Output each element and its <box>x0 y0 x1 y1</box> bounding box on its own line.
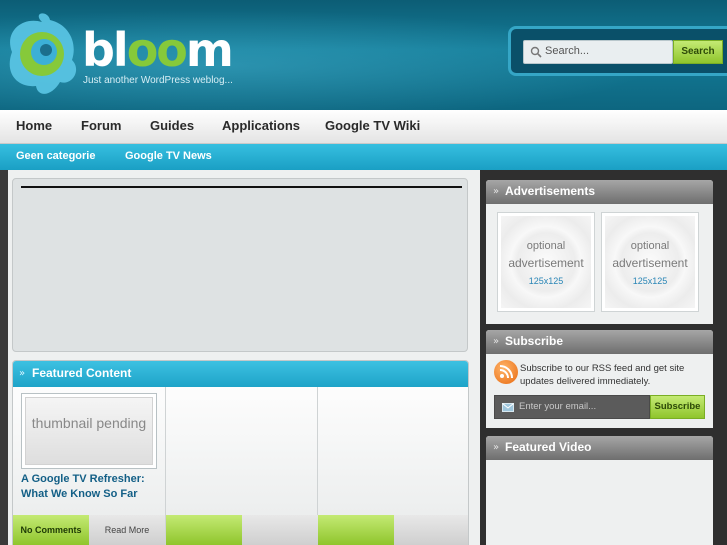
logo-text-oo: oo <box>126 23 188 77</box>
ad-placeholder: optional advertisement 125x125 <box>501 216 591 308</box>
ad-size: 125x125 <box>528 276 564 286</box>
thumbnail-placeholder: thumbnail pending <box>25 397 153 465</box>
widget-header: » Featured Video <box>486 436 713 460</box>
nav-item-guides[interactable]: Guides <box>150 118 194 133</box>
comments-link[interactable]: No Comments <box>13 515 89 545</box>
search-box: Search... Search <box>508 26 727 76</box>
featured-column <box>318 387 468 515</box>
site-header: bloom Just another WordPress weblog... S… <box>0 0 727 110</box>
search-input[interactable]: Search... <box>523 40 673 64</box>
ad-size: 125x125 <box>632 276 668 286</box>
rss-icon[interactable] <box>494 360 518 384</box>
nav-item-google-tv-wiki[interactable]: Google TV Wiki <box>325 118 420 133</box>
ad-slot[interactable]: optional advertisement 125x125 <box>497 212 595 312</box>
subscribe-widget: » Subscribe Subscribe to our RSS feed an… <box>486 330 713 428</box>
envelope-icon <box>502 403 514 412</box>
email-placeholder: Enter your email... <box>519 401 597 412</box>
ad-line-advertisement: advertisement <box>612 256 688 270</box>
widget-title: Advertisements <box>505 184 596 198</box>
ad-placeholder: optional advertisement 125x125 <box>605 216 695 308</box>
search-icon <box>530 46 542 58</box>
featured-column <box>166 387 318 515</box>
main-nav: Home Forum Guides Applications Google TV… <box>0 110 727 144</box>
comments-link[interactable] <box>318 515 394 545</box>
featured-slider[interactable] <box>12 178 468 352</box>
nav-item-home[interactable]: Home <box>16 118 52 133</box>
site-tagline: Just another WordPress weblog... <box>83 75 233 86</box>
post-title-link[interactable]: A Google TV Refresher: What We Know So F… <box>21 472 161 502</box>
widget-header: » Subscribe <box>486 330 713 354</box>
nav-item-forum[interactable]: Forum <box>81 118 121 133</box>
category-item-google-tv-news[interactable]: Google TV News <box>125 150 212 162</box>
rss-glyph <box>499 365 513 379</box>
double-arrow-icon: » <box>493 186 500 197</box>
featured-content-header: » Featured Content <box>13 361 468 387</box>
logo-icon[interactable] <box>2 12 80 98</box>
advertisements-widget: » Advertisements optional advertisement … <box>486 180 713 324</box>
subscribe-button[interactable]: Subscribe <box>650 395 705 419</box>
logo-text-end: m <box>185 23 234 77</box>
ad-slot[interactable]: optional advertisement 125x125 <box>601 212 699 312</box>
search-button[interactable]: Search <box>673 40 723 64</box>
double-arrow-icon: » <box>493 442 500 453</box>
ad-line-advertisement: advertisement <box>508 256 584 270</box>
category-item-geen-categorie[interactable]: Geen categorie <box>16 150 95 162</box>
double-arrow-icon: » <box>19 368 26 379</box>
featured-content-panel: » Featured Content thumbnail pending A G… <box>12 360 469 545</box>
featured-video-widget: » Featured Video <box>486 436 713 545</box>
left-frame <box>0 170 8 545</box>
logo-text[interactable]: bloom <box>82 23 234 77</box>
search-placeholder: Search... <box>545 45 590 57</box>
email-field[interactable]: Enter your email... <box>494 395 650 419</box>
widget-header: » Advertisements <box>486 180 713 204</box>
read-more-link[interactable] <box>394 515 468 545</box>
nav-item-applications[interactable]: Applications <box>222 118 300 133</box>
category-nav: Geen categorie Google TV News <box>0 144 727 170</box>
featured-content-title: Featured Content <box>32 366 132 380</box>
slider-divider <box>21 186 462 188</box>
double-arrow-icon: » <box>493 336 500 347</box>
subscribe-description: Subscribe to our RSS feed and get site u… <box>520 363 685 387</box>
widget-title: Featured Video <box>505 440 592 454</box>
read-more-link[interactable]: Read More <box>89 515 165 545</box>
post-thumbnail[interactable]: thumbnail pending <box>21 393 157 469</box>
widget-title: Subscribe <box>505 334 564 348</box>
read-more-link[interactable] <box>242 515 318 545</box>
ad-line-optional: optional <box>526 240 566 252</box>
comments-link[interactable] <box>166 515 242 545</box>
ad-line-optional: optional <box>630 240 670 252</box>
logo-text-start: bl <box>82 23 129 77</box>
